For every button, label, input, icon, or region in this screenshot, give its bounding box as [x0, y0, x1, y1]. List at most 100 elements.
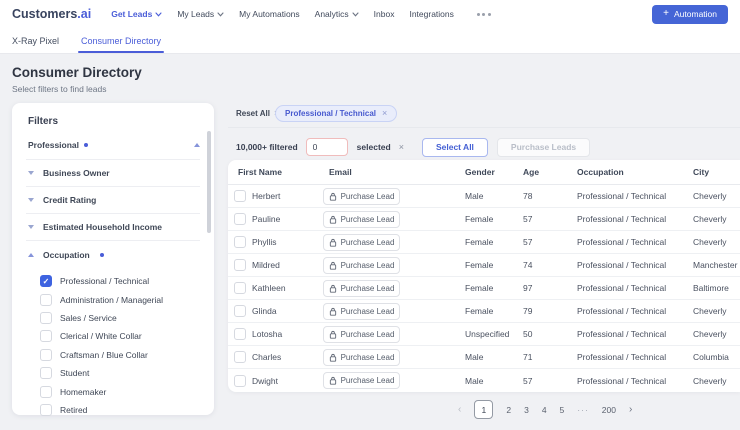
nav-item-get-leads[interactable]: Get Leads — [111, 9, 162, 19]
select-all-button[interactable]: Select All — [422, 138, 488, 157]
lock-icon — [329, 215, 337, 224]
row-checkbox[interactable] — [234, 375, 246, 387]
page-title: Consumer Directory — [12, 65, 142, 80]
filter-chip-professional-technical[interactable]: Professional / Technical × — [275, 105, 397, 122]
filter-section-business-owner[interactable]: Business Owner — [26, 160, 200, 187]
selected-count-input[interactable] — [306, 138, 348, 156]
option-craftsman-blue-collar[interactable]: Craftsman / Blue Collar — [40, 346, 204, 364]
checkbox[interactable] — [40, 349, 52, 361]
row-checkbox[interactable] — [234, 328, 246, 340]
filter-section-household-income[interactable]: Estimated Household Income — [26, 214, 200, 241]
checkbox[interactable] — [40, 294, 52, 306]
row-checkbox[interactable] — [234, 259, 246, 271]
page-button-3[interactable]: 3 — [524, 405, 529, 415]
cell-age: 71 — [523, 352, 577, 362]
cell-email: Purchase Lead — [323, 234, 465, 251]
option-retired[interactable]: Retired — [40, 401, 204, 419]
checkbox[interactable] — [40, 386, 52, 398]
checkbox[interactable] — [40, 404, 52, 416]
next-page-icon[interactable]: › — [629, 404, 632, 415]
cell-age: 50 — [523, 329, 577, 339]
page-button-200[interactable]: 200 — [602, 405, 616, 415]
row-checkbox[interactable] — [234, 282, 246, 294]
cell-email: Purchase Lead — [323, 326, 465, 343]
option-sales-service[interactable]: Sales / Service — [40, 309, 204, 327]
nav-item-integrations[interactable]: Integrations — [409, 9, 453, 19]
nav-item-my-leads[interactable]: My Leads — [177, 9, 224, 19]
tab-consumer-directory[interactable]: Consumer Directory — [81, 28, 161, 53]
purchase-lead-button[interactable]: Purchase Lead — [323, 257, 400, 274]
lock-icon — [329, 307, 337, 316]
page-button-2[interactable]: 2 — [506, 405, 511, 415]
purchase-lead-button[interactable]: Purchase Lead — [323, 188, 400, 205]
option-label: Student — [60, 368, 89, 378]
row-checkbox[interactable] — [234, 213, 246, 225]
nav-item-inbox[interactable]: Inbox — [374, 9, 395, 19]
collapse-arrow-icon[interactable] — [194, 143, 200, 147]
cell-city: Cheverly — [693, 329, 740, 339]
page-button-4[interactable]: 4 — [542, 405, 547, 415]
page-button-5[interactable]: 5 — [560, 405, 565, 415]
purchase-lead-button[interactable]: Purchase Lead — [323, 280, 400, 297]
page-subtitle: Select filters to find leads — [12, 84, 107, 94]
add-automation-button[interactable]: + Automation — [652, 5, 728, 24]
option-administration-managerial[interactable]: Administration / Managerial — [40, 290, 204, 308]
purchase-lead-button[interactable]: Purchase Lead — [323, 303, 400, 320]
option-homemaker[interactable]: Homemaker — [40, 382, 204, 400]
purchase-lead-button[interactable]: Purchase Lead — [323, 211, 400, 228]
option-clerical-white-collar[interactable]: Clerical / White Collar — [40, 327, 204, 345]
option-student[interactable]: Student — [40, 364, 204, 382]
purchase-leads-button[interactable]: Purchase Leads — [497, 138, 590, 157]
cell-first-name: Charles — [252, 352, 323, 362]
previous-page-icon[interactable]: ‹ — [458, 404, 461, 415]
row-checkbox[interactable] — [234, 305, 246, 317]
option-label: Retired — [60, 405, 87, 415]
filter-section-occupation[interactable]: Occupation — [26, 241, 200, 268]
purchase-lead-button[interactable]: Purchase Lead — [323, 326, 400, 343]
nav-item-my-automations[interactable]: My Automations — [239, 9, 299, 19]
cell-gender: Male — [465, 191, 523, 201]
leads-table: First Name Email Gender Age Occupation C… — [228, 160, 740, 392]
app-logo[interactable]: Customers.ai — [12, 7, 91, 21]
logo-suffix: .ai — [77, 7, 91, 21]
filters-heading: Filters — [28, 116, 198, 127]
filter-section-credit-rating[interactable]: Credit Rating — [26, 187, 200, 214]
option-professional-technical[interactable]: ✓ Professional / Technical — [40, 272, 204, 290]
purchase-lead-button[interactable]: Purchase Lead — [323, 349, 400, 366]
cell-first-name: Kathleen — [252, 283, 323, 293]
more-options-icon[interactable] — [477, 13, 491, 16]
cell-email: Purchase Lead — [323, 211, 465, 228]
row-checkbox[interactable] — [234, 236, 246, 248]
page-button-1[interactable]: 1 — [474, 400, 493, 419]
cell-age: 74 — [523, 260, 577, 270]
nav-item-label: Integrations — [409, 9, 453, 19]
automation-button-label: Automation — [674, 9, 717, 19]
row-checkbox[interactable] — [234, 190, 246, 202]
cell-email: Purchase Lead — [323, 349, 465, 366]
cell-first-name: Glinda — [252, 306, 323, 316]
purchase-lead-button[interactable]: Purchase Lead — [323, 372, 400, 389]
checkbox-checked[interactable]: ✓ — [40, 275, 52, 287]
option-label: Professional / Technical — [60, 276, 149, 286]
tab-xray-pixel[interactable]: X-Ray Pixel — [12, 28, 59, 53]
filters-scrollbar[interactable] — [207, 131, 211, 233]
checkbox[interactable] — [40, 312, 52, 324]
option-label: Homemaker — [60, 387, 106, 397]
cell-city: Cheverly — [693, 376, 740, 386]
cell-first-name: Pauline — [252, 214, 323, 224]
cell-city: Cheverly — [693, 191, 740, 201]
filter-category-professional[interactable]: Professional — [28, 140, 200, 150]
table-row: Glinda Purchase Lead Female 79 Professio… — [228, 300, 740, 323]
reset-all-button[interactable]: Reset All × — [236, 109, 279, 118]
purchase-lead-button[interactable]: Purchase Lead — [323, 234, 400, 251]
clear-selection-icon[interactable]: × — [399, 143, 404, 152]
chip-remove-icon[interactable]: × — [382, 109, 387, 118]
checkbox[interactable] — [40, 330, 52, 342]
purchase-lead-label: Purchase Lead — [341, 192, 395, 201]
chip-label: Professional / Technical — [285, 109, 376, 118]
nav-item-analytics[interactable]: Analytics — [315, 9, 359, 19]
row-checkbox[interactable] — [234, 351, 246, 363]
cell-occupation: Professional / Technical — [577, 260, 693, 270]
checkbox[interactable] — [40, 367, 52, 379]
top-navbar: Customers.ai Get Leads My Leads My Autom… — [0, 0, 740, 28]
